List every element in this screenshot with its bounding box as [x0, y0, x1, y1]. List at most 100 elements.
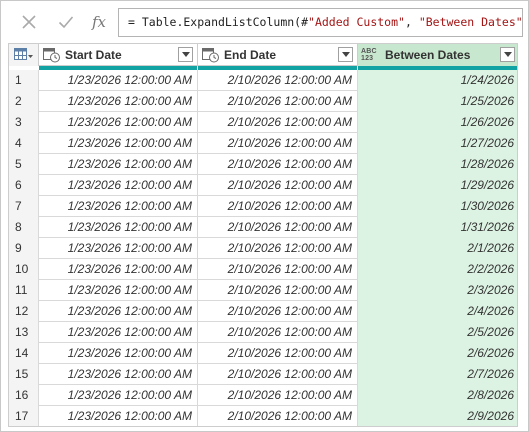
column-filter-dropdown[interactable] [338, 47, 353, 62]
start-date-cell[interactable]: 1/23/2026 12:00:00 AM [39, 406, 198, 426]
row-number[interactable]: 3 [9, 112, 39, 133]
insert-function-button[interactable]: fx [87, 10, 111, 34]
between-dates-cell[interactable]: 2/1/2026 [358, 238, 517, 259]
between-dates-cell[interactable]: 1/26/2026 [358, 112, 517, 133]
start-date-cell[interactable]: 1/23/2026 12:00:00 AM [39, 301, 198, 322]
table-menu-button[interactable] [9, 44, 39, 66]
between-dates-cell[interactable]: 1/30/2026 [358, 196, 517, 217]
end-date-cell[interactable]: 2/10/2026 12:00:00 AM [198, 91, 358, 112]
end-date-cell[interactable]: 2/10/2026 12:00:00 AM [198, 259, 358, 280]
between-dates-cell[interactable]: 2/5/2026 [358, 322, 517, 343]
table-row[interactable]: 7 1/23/2026 12:00:00 AM 2/10/2026 12:00:00… [9, 196, 517, 217]
row-number[interactable]: 15 [9, 364, 39, 385]
datetime-icon[interactable] [202, 47, 220, 63]
end-date-cell[interactable]: 2/10/2026 12:00:00 AM [198, 385, 358, 406]
between-dates-cell[interactable]: 1/24/2026 [358, 70, 517, 91]
end-date-cell[interactable]: 2/10/2026 12:00:00 AM [198, 280, 358, 301]
between-dates-cell[interactable]: 1/29/2026 [358, 175, 517, 196]
start-date-cell[interactable]: 1/23/2026 12:00:00 AM [39, 259, 198, 280]
column-filter-dropdown[interactable] [178, 47, 193, 62]
start-date-cell[interactable]: 1/23/2026 12:00:00 AM [39, 385, 198, 406]
start-date-cell[interactable]: 1/23/2026 12:00:00 AM [39, 91, 198, 112]
table-row[interactable]: 13 1/23/2026 12:00:00 AM 2/10/2026 12:00:0… [9, 322, 517, 343]
end-date-cell[interactable]: 2/10/2026 12:00:00 AM [198, 133, 358, 154]
between-dates-cell[interactable]: 2/6/2026 [358, 343, 517, 364]
row-number[interactable]: 17 [9, 406, 39, 426]
start-date-cell[interactable]: 1/23/2026 12:00:00 AM [39, 175, 198, 196]
between-dates-cell[interactable]: 2/2/2026 [358, 259, 517, 280]
start-date-cell[interactable]: 1/23/2026 12:00:00 AM [39, 364, 198, 385]
row-number[interactable]: 12 [9, 301, 39, 322]
table-row[interactable]: 1 1/23/2026 12:00:00 AM 2/10/2026 12:00:00… [9, 70, 517, 91]
row-number[interactable]: 7 [9, 196, 39, 217]
start-date-cell[interactable]: 1/23/2026 12:00:00 AM [39, 112, 198, 133]
table-row[interactable]: 16 1/23/2026 12:00:00 AM 2/10/2026 12:00:0… [9, 385, 517, 406]
between-dates-cell[interactable]: 2/3/2026 [358, 280, 517, 301]
table-row[interactable]: 5 1/23/2026 12:00:00 AM 2/10/2026 12:00:00… [9, 154, 517, 175]
start-date-cell[interactable]: 1/23/2026 12:00:00 AM [39, 238, 198, 259]
column-filter-dropdown[interactable] [500, 47, 515, 62]
end-date-cell[interactable]: 2/10/2026 12:00:00 AM [198, 301, 358, 322]
column-header-end-date[interactable]: End Date [198, 44, 358, 66]
between-dates-cell[interactable]: 2/8/2026 [358, 385, 517, 406]
row-number[interactable]: 13 [9, 322, 39, 343]
end-date-cell[interactable]: 2/10/2026 12:00:00 AM [198, 217, 358, 238]
chevron-down-icon [341, 52, 350, 57]
end-date-cell[interactable]: 2/10/2026 12:00:00 AM [198, 154, 358, 175]
table-row[interactable]: 3 1/23/2026 12:00:00 AM 2/10/2026 12:00:00… [9, 112, 517, 133]
between-dates-cell[interactable]: 1/27/2026 [358, 133, 517, 154]
column-header-start-date[interactable]: Start Date [39, 44, 198, 66]
end-date-cell[interactable]: 2/10/2026 12:00:00 AM [198, 175, 358, 196]
table-row[interactable]: 10 1/23/2026 12:00:00 AM 2/10/2026 12:00:0… [9, 259, 517, 280]
between-dates-cell[interactable]: 2/4/2026 [358, 301, 517, 322]
table-row[interactable]: 2 1/23/2026 12:00:00 AM 2/10/2026 12:00:00… [9, 91, 517, 112]
table-row[interactable]: 14 1/23/2026 12:00:00 AM 2/10/2026 12:00:0… [9, 343, 517, 364]
start-date-cell[interactable]: 1/23/2026 12:00:00 AM [39, 133, 198, 154]
row-number[interactable]: 8 [9, 217, 39, 238]
commit-formula-button[interactable] [54, 10, 78, 34]
row-number[interactable]: 1 [9, 70, 39, 91]
row-number[interactable]: 4 [9, 133, 39, 154]
end-date-cell[interactable]: 2/10/2026 12:00:00 AM [198, 70, 358, 91]
end-date-cell[interactable]: 2/10/2026 12:00:00 AM [198, 343, 358, 364]
start-date-cell[interactable]: 1/23/2026 12:00:00 AM [39, 280, 198, 301]
row-number[interactable]: 10 [9, 259, 39, 280]
start-date-cell[interactable]: 1/23/2026 12:00:00 AM [39, 217, 198, 238]
row-number[interactable]: 16 [9, 385, 39, 406]
any-type-icon[interactable]: ABC 123 [361, 48, 381, 62]
table-row[interactable]: 9 1/23/2026 12:00:00 AM 2/10/2026 12:00:00… [9, 238, 517, 259]
formula-input[interactable]: = Table.ExpandListColumn(#"Added Custom"… [118, 8, 523, 37]
end-date-cell[interactable]: 2/10/2026 12:00:00 AM [198, 406, 358, 426]
row-number[interactable]: 5 [9, 154, 39, 175]
end-date-cell[interactable]: 2/10/2026 12:00:00 AM [198, 322, 358, 343]
table-row[interactable]: 6 1/23/2026 12:00:00 AM 2/10/2026 12:00:00… [9, 175, 517, 196]
table-row[interactable]: 15 1/23/2026 12:00:00 AM 2/10/2026 12:00:0… [9, 364, 517, 385]
datetime-icon[interactable] [43, 47, 61, 63]
between-dates-cell[interactable]: 1/25/2026 [358, 91, 517, 112]
row-number[interactable]: 11 [9, 280, 39, 301]
column-header-between-dates[interactable]: ABC 123 Between Dates [358, 44, 517, 66]
table-row[interactable]: 17 1/23/2026 12:00:00 AM 2/10/2026 12:00:0… [9, 406, 517, 426]
end-date-cell[interactable]: 2/10/2026 12:00:00 AM [198, 112, 358, 133]
table-row[interactable]: 12 1/23/2026 12:00:00 AM 2/10/2026 12:00:0… [9, 301, 517, 322]
end-date-cell[interactable]: 2/10/2026 12:00:00 AM [198, 364, 358, 385]
start-date-cell[interactable]: 1/23/2026 12:00:00 AM [39, 70, 198, 91]
start-date-cell[interactable]: 1/23/2026 12:00:00 AM [39, 322, 198, 343]
start-date-cell[interactable]: 1/23/2026 12:00:00 AM [39, 154, 198, 175]
start-date-cell[interactable]: 1/23/2026 12:00:00 AM [39, 343, 198, 364]
between-dates-cell[interactable]: 1/28/2026 [358, 154, 517, 175]
table-row[interactable]: 11 1/23/2026 12:00:00 AM 2/10/2026 12:00:0… [9, 280, 517, 301]
start-date-cell[interactable]: 1/23/2026 12:00:00 AM [39, 196, 198, 217]
row-number[interactable]: 6 [9, 175, 39, 196]
end-date-cell[interactable]: 2/10/2026 12:00:00 AM [198, 238, 358, 259]
row-number[interactable]: 14 [9, 343, 39, 364]
end-date-cell[interactable]: 2/10/2026 12:00:00 AM [198, 196, 358, 217]
between-dates-cell[interactable]: 1/31/2026 [358, 217, 517, 238]
table-row[interactable]: 8 1/23/2026 12:00:00 AM 2/10/2026 12:00:00… [9, 217, 517, 238]
row-number[interactable]: 9 [9, 238, 39, 259]
cancel-formula-button[interactable] [17, 10, 41, 34]
table-row[interactable]: 4 1/23/2026 12:00:00 AM 2/10/2026 12:00:00… [9, 133, 517, 154]
between-dates-cell[interactable]: 2/9/2026 [358, 406, 517, 426]
row-number[interactable]: 2 [9, 91, 39, 112]
between-dates-cell[interactable]: 2/7/2026 [358, 364, 517, 385]
